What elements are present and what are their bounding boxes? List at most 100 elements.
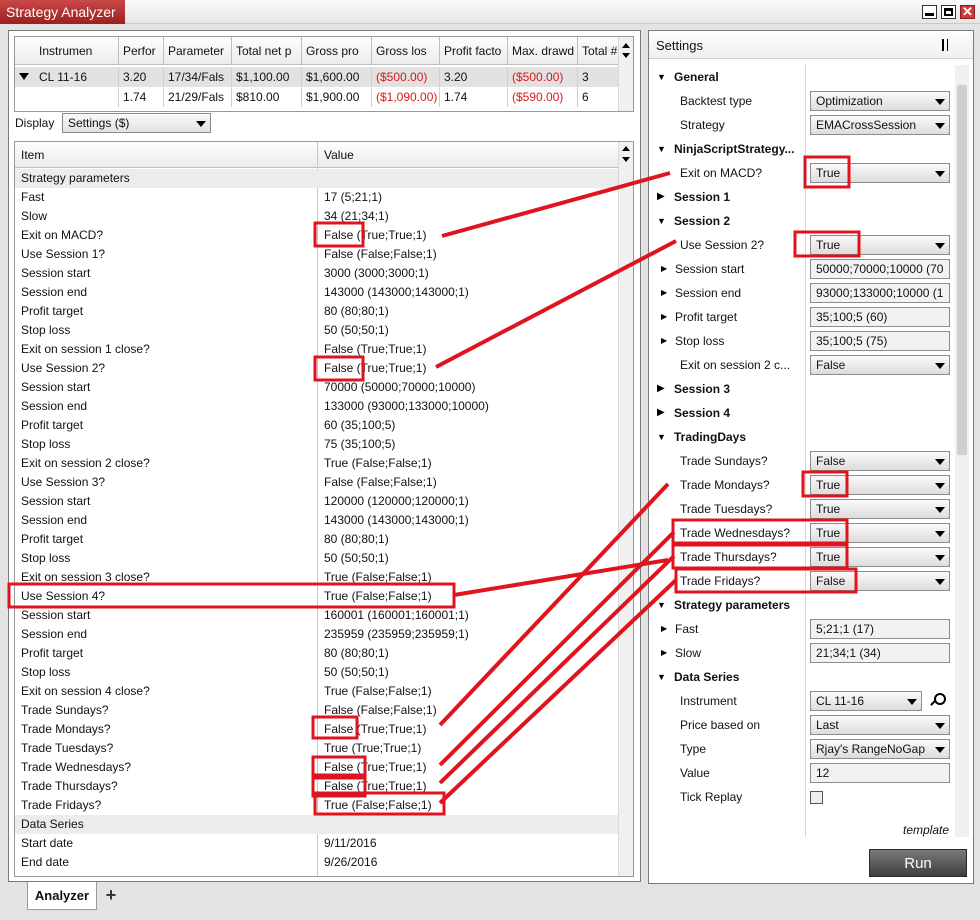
collapse-icon[interactable]: ▼ xyxy=(657,425,666,449)
setting-trade-thursdays[interactable]: Trade Thursdays? True xyxy=(653,545,953,569)
close-button[interactable]: ✕ xyxy=(960,5,975,19)
setting-input[interactable]: 21;34;1 (34) xyxy=(810,643,950,663)
search-icon[interactable] xyxy=(934,693,946,705)
setting-input[interactable]: 35;100;5 (60) xyxy=(810,307,950,327)
results-scrollbar[interactable] xyxy=(618,37,633,111)
results-column-header[interactable]: Instrumen xyxy=(35,37,119,65)
setting-dropdown[interactable]: False xyxy=(810,355,950,375)
tab-analyzer[interactable]: Analyzer xyxy=(27,882,97,910)
setting-input[interactable]: 5;21;1 (17) xyxy=(810,619,950,639)
collapse-icon[interactable]: ▼ xyxy=(657,665,666,689)
properties-scrollbar[interactable] xyxy=(618,142,633,876)
results-column-header[interactable]: Total net p xyxy=(232,37,302,65)
expand-icon[interactable]: ▶ xyxy=(661,617,667,641)
setting-dropdown[interactable]: False xyxy=(810,571,950,591)
property-row[interactable]: Session end 235959 (235959;235959;1) xyxy=(15,625,619,644)
setting-input[interactable]: 12 xyxy=(810,763,950,783)
scroll-thumb[interactable] xyxy=(957,85,967,455)
setting-slow[interactable]: ▶ Slow 21;34;1 (34) xyxy=(653,641,953,665)
property-row[interactable]: Use Session 2? False (True;True;1) xyxy=(15,359,619,378)
setting-type[interactable]: Type Rjay's RangeNoGap xyxy=(653,737,953,761)
results-column-header[interactable]: Parameter xyxy=(164,37,232,65)
expand-icon[interactable]: ▶ xyxy=(661,329,667,353)
setting-exit-on-session-2-c[interactable]: Exit on session 2 c... False xyxy=(653,353,953,377)
setting-dropdown[interactable]: False xyxy=(810,451,950,471)
property-row[interactable]: Session start 70000 (50000;70000;10000) xyxy=(15,378,619,397)
collapse-icon[interactable]: ▼ xyxy=(657,137,666,161)
results-row[interactable]: CL 11-16 3.20 17/34/Fals $1,100.00 $1,600.00… xyxy=(15,67,619,87)
category-tradingdays[interactable]: ▼ TradingDays xyxy=(653,425,953,449)
expand-icon[interactable]: ▶ xyxy=(661,641,667,665)
property-row[interactable]: Use Session 1? False (False;False;1) xyxy=(15,245,619,264)
setting-exit-on-macd[interactable]: Exit on MACD? True xyxy=(653,161,953,185)
property-row[interactable]: Trade Sundays? False (False;False;1) xyxy=(15,701,619,720)
property-row[interactable]: Profit target 80 (80;80;1) xyxy=(15,644,619,663)
property-row[interactable]: Trade Thursdays? False (True;True;1) xyxy=(15,777,619,796)
template-link[interactable]: template xyxy=(903,823,949,837)
scroll-up-icon[interactable] xyxy=(622,43,630,48)
scroll-down-icon[interactable] xyxy=(622,157,630,162)
results-row[interactable]: 1.74 21/29/Fals $810.00 $1,900.00 ($1,090.00… xyxy=(15,87,619,107)
property-row[interactable]: Session end 143000 (143000;143000;1) xyxy=(15,511,619,530)
setting-input[interactable]: 93000;133000;10000 (1 xyxy=(810,283,950,303)
setting-session-start[interactable]: ▶ Session start 50000;70000;10000 (70 xyxy=(653,257,953,281)
property-row[interactable]: Stop loss 75 (35;100;5) xyxy=(15,435,619,454)
setting-backtest-type[interactable]: Backtest type Optimization xyxy=(653,89,953,113)
minimize-button[interactable] xyxy=(922,5,937,19)
setting-dropdown[interactable]: True xyxy=(810,547,950,567)
scroll-down-icon[interactable] xyxy=(622,53,630,58)
property-row[interactable]: Stop loss 50 (50;50;1) xyxy=(15,663,619,682)
setting-dropdown[interactable]: Last xyxy=(810,715,950,735)
setting-dropdown[interactable]: True xyxy=(810,163,950,183)
setting-trade-tuesdays[interactable]: Trade Tuesdays? True xyxy=(653,497,953,521)
property-row[interactable]: Exit on session 4 close? True (False;Fals… xyxy=(15,682,619,701)
property-row[interactable]: Session start 3000 (3000;3000;1) xyxy=(15,264,619,283)
setting-dropdown[interactable]: EMACrossSession xyxy=(810,115,950,135)
category-general[interactable]: ▼ General xyxy=(653,65,953,89)
run-button[interactable]: Run xyxy=(869,849,967,877)
property-row[interactable]: Profit target 80 (80;80;1) xyxy=(15,530,619,549)
property-row[interactable]: Session start 120000 (120000;120000;1) xyxy=(15,492,619,511)
property-row[interactable]: Use Session 3? False (False;False;1) xyxy=(15,473,619,492)
property-row[interactable]: Trade Wednesdays? False (True;True;1) xyxy=(15,758,619,777)
expand-icon[interactable]: ▶ xyxy=(657,185,665,209)
setting-dropdown[interactable]: Rjay's RangeNoGap xyxy=(810,739,950,759)
maximize-button[interactable] xyxy=(941,5,956,19)
setting-dropdown[interactable]: True xyxy=(810,475,950,495)
setting-trade-sundays[interactable]: Trade Sundays? False xyxy=(653,449,953,473)
category-session-4[interactable]: ▶ Session 4 xyxy=(653,401,953,425)
setting-dropdown[interactable]: Optimization xyxy=(810,91,950,111)
setting-stop-loss[interactable]: ▶ Stop loss 35;100;5 (75) xyxy=(653,329,953,353)
results-column-header[interactable]: Gross pro xyxy=(302,37,372,65)
expand-icon[interactable]: ▶ xyxy=(657,401,665,425)
setting-dropdown[interactable]: CL 11-16 xyxy=(810,691,922,711)
property-row[interactable]: Trade Tuesdays? True (True;True;1) xyxy=(15,739,619,758)
setting-profit-target[interactable]: ▶ Profit target 35;100;5 (60) xyxy=(653,305,953,329)
property-row[interactable]: Exit on session 3 close? True (False;Fals… xyxy=(15,568,619,587)
setting-trade-mondays[interactable]: Trade Mondays? True xyxy=(653,473,953,497)
expand-icon[interactable]: ▶ xyxy=(661,281,667,305)
pin-icon[interactable] xyxy=(942,39,948,51)
setting-dropdown[interactable]: True xyxy=(810,523,950,543)
category-strategy-parameters[interactable]: ▼ Strategy parameters xyxy=(653,593,953,617)
category-row[interactable]: Data Series xyxy=(15,815,619,834)
add-tab-button[interactable]: + xyxy=(100,884,122,906)
category-ninjascriptstrategy[interactable]: ▼ NinjaScriptStrategy... xyxy=(653,137,953,161)
category-data-series[interactable]: ▼ Data Series xyxy=(653,665,953,689)
results-column-header[interactable]: Max. drawd xyxy=(508,37,578,65)
property-row[interactable]: Fast 17 (5;21;1) xyxy=(15,188,619,207)
property-row[interactable]: Trade Fridays? True (False;False;1) xyxy=(15,796,619,815)
collapse-icon[interactable]: ▼ xyxy=(657,65,666,89)
collapse-icon[interactable]: ▼ xyxy=(657,593,666,617)
property-row[interactable]: Session end 143000 (143000;143000;1) xyxy=(15,283,619,302)
results-column-header[interactable]: Profit facto xyxy=(440,37,508,65)
property-row[interactable]: Use Session 4? True (False;False;1) xyxy=(15,587,619,606)
settings-scrollbar[interactable] xyxy=(955,65,969,837)
expand-icon[interactable]: ▶ xyxy=(661,305,667,329)
expand-icon[interactable]: ▶ xyxy=(657,377,665,401)
expand-icon[interactable]: ▶ xyxy=(661,257,667,281)
property-row[interactable]: Trade Mondays? False (True;True;1) xyxy=(15,720,619,739)
setting-dropdown[interactable]: True xyxy=(810,235,950,255)
setting-value[interactable]: Value 12 xyxy=(653,761,953,785)
property-row[interactable]: Stop loss 50 (50;50;1) xyxy=(15,321,619,340)
